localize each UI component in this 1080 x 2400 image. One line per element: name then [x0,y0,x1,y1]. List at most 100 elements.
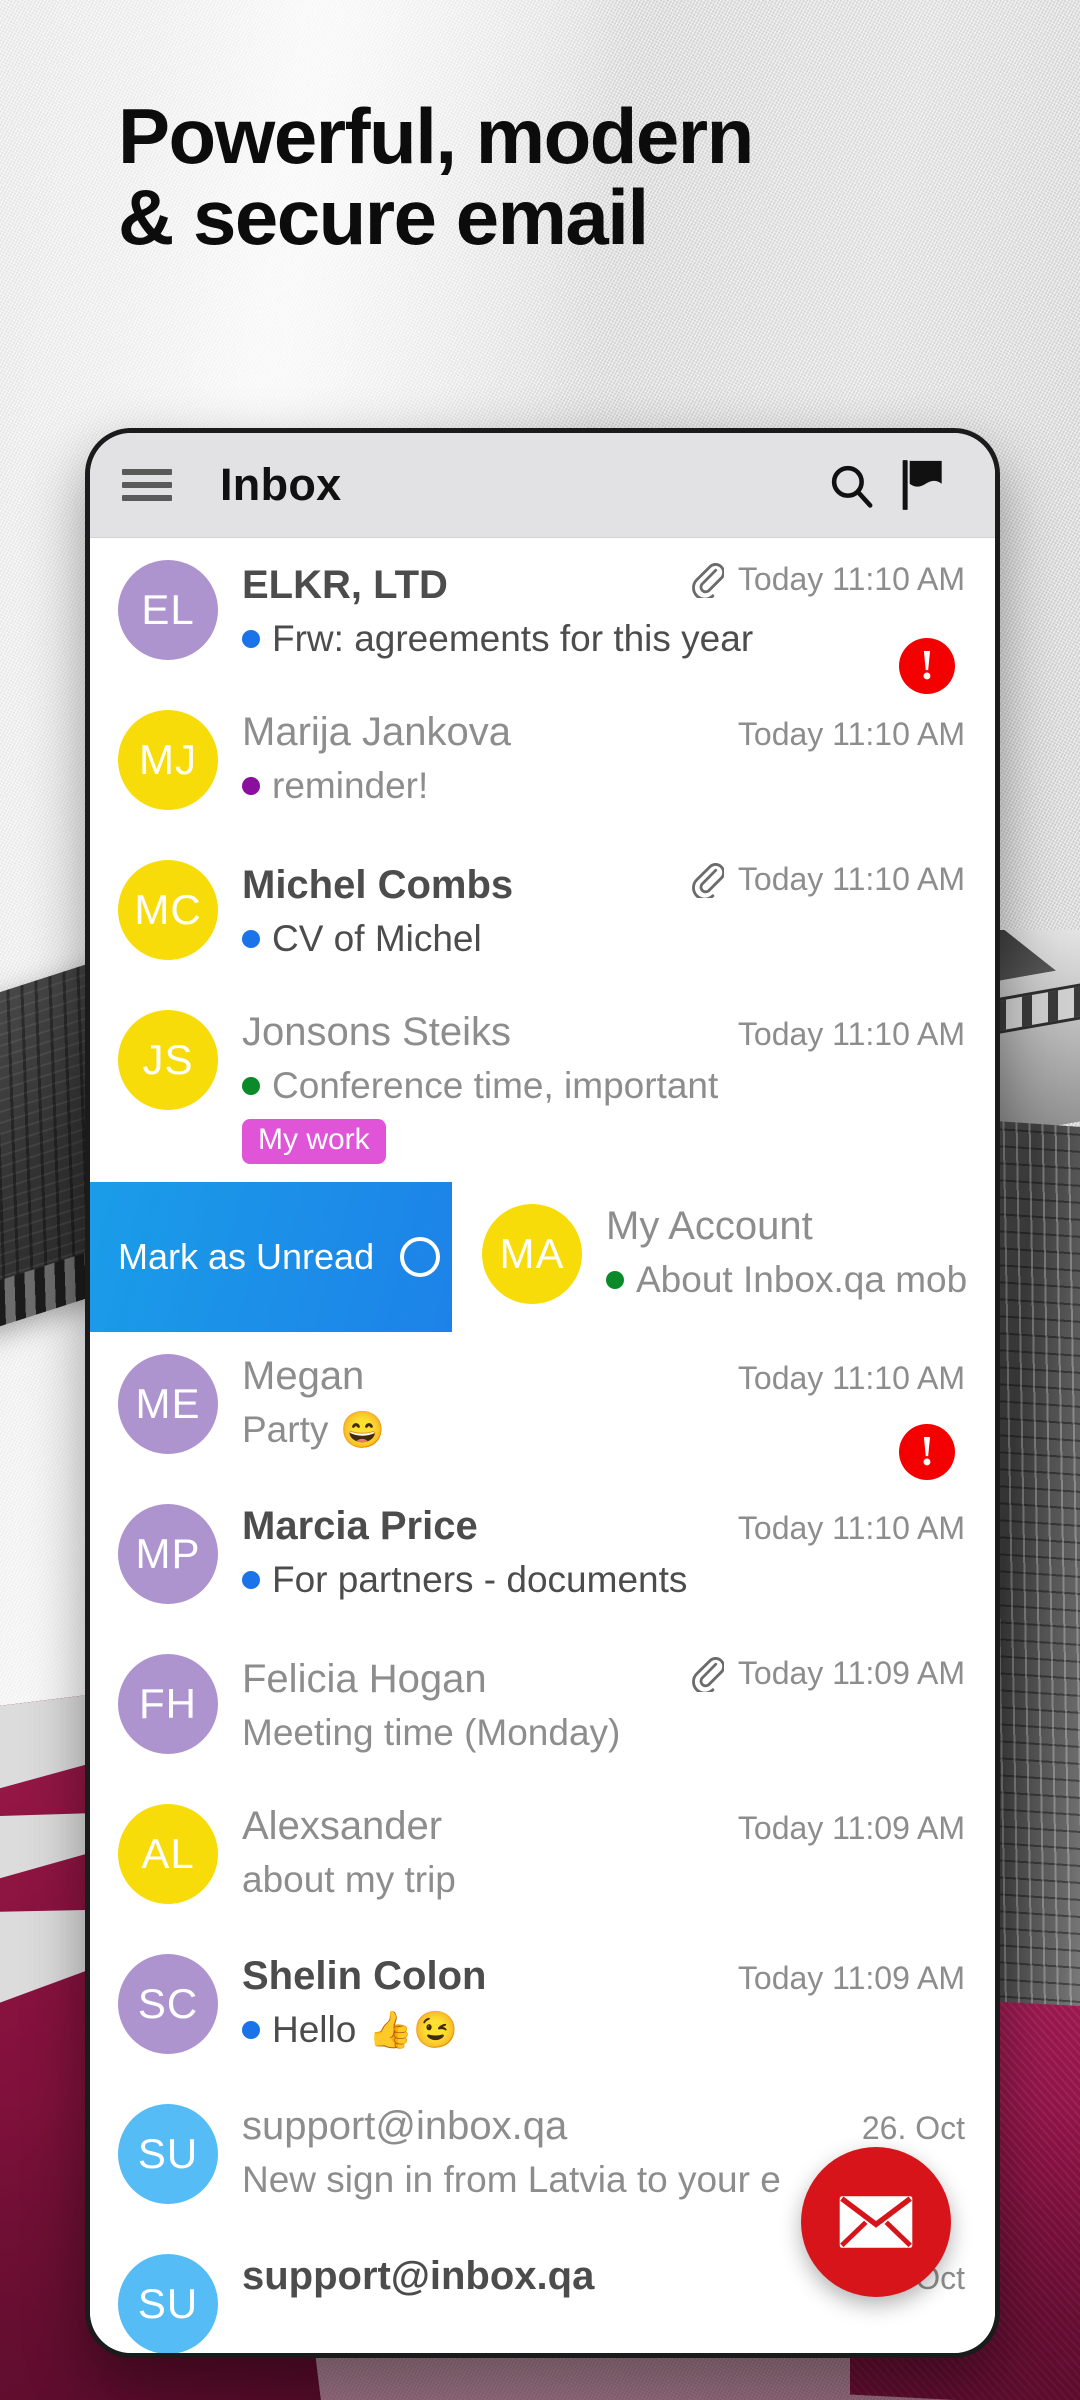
avatar: SC [118,1954,218,2054]
mail-row-bottom: Frw: agreements for this year [242,618,965,660]
sender-name: Michel Combs [242,863,514,907]
sender-name: Marija Jankova [242,710,512,754]
timestamp: 26. Oct [861,2110,965,2146]
subject-line: New sign in from Latvia to your e [242,2159,781,2200]
unread-dot [242,1077,260,1095]
sender-name: My Account [606,1204,813,1248]
app-bar: Inbox [90,433,995,538]
mark-as-unread-label: Mark as Unread [118,1236,375,1277]
mail-row[interactable]: FH Felicia Hogan Today 11:09 AM Meeting … [90,1632,995,1782]
mail-row-top: Marcia Price Today 11:10 AM [242,1504,965,1549]
mail-row-bottom: Party 😄 [242,1409,965,1451]
mail-row-bottom: reminder! [242,765,965,807]
avatar: MA [482,1204,582,1304]
avatar: JS [118,1010,218,1110]
mail-row-bottom: For partners - documents [242,1559,965,1601]
mail-row-body: Marcia Price Today 11:10 AM For partners… [242,1500,965,1601]
mail-list[interactable]: EL ELKR, LTD Today 11:10 AM Frw: agreeme… [90,538,995,2353]
sender-name: Marcia Price [242,1504,478,1548]
headline-line-1: Powerful, modern [118,92,754,180]
priority-badge: ! [899,638,955,694]
mail-row-swiped[interactable]: Mark as Unread MA My Account About Inbox… [90,1182,995,1332]
timestamp: Today 11:09 AM [737,1654,965,1691]
avatar: SU [118,2254,218,2353]
mail-row-bottom: About Inbox.qa mob [606,1259,968,1301]
label-tag[interactable]: My work [242,1119,386,1164]
mail-row-body: My Account About Inbox.qa mob [606,1200,968,1301]
mail-row-top: Jonsons Steiks Today 11:10 AM [242,1010,965,1055]
attachment-icon [691,1657,724,1692]
attachment-icon [691,863,724,898]
mail-row-top: ELKR, LTD Today 11:10 AM [242,560,965,608]
promo-headline: Powerful, modern & secure email [118,95,998,262]
mail-row-body: Felicia Hogan Today 11:09 AM Meeting tim… [242,1650,965,1754]
mail-row-meta: Today 11:10 AM [678,860,965,898]
subject-line: Hello [272,2009,357,2050]
avatar: MJ [118,710,218,810]
headline-line-2: & secure email [118,173,649,262]
mail-row-meta: Today 11:10 AM [726,1016,965,1053]
promo-screenshot: Powerful, modern & secure email Inbox EL… [0,0,1080,2400]
mail-row-bottom: Meeting time (Monday) [242,1712,965,1754]
circle-outline-icon [400,1237,441,1277]
avatar: MP [118,1504,218,1604]
mail-row[interactable]: MP Marcia Price Today 11:10 AM For partn… [90,1482,995,1632]
mail-row-meta: Today 11:09 AM [726,1810,965,1847]
mail-row-meta: Today 11:10 AM [726,1510,965,1547]
timestamp: Today 11:09 AM [737,1960,965,1996]
mail-row[interactable]: EL ELKR, LTD Today 11:10 AM Frw: agreeme… [90,538,995,694]
mail-row-top: Marija Jankova Today 11:10 AM [242,710,965,755]
unread-dot [242,630,260,648]
mail-row[interactable]: AL Alexsander Today 11:09 AM about my tr… [90,1782,995,1932]
timestamp: Today 11:10 AM [737,860,965,897]
avatar: FH [118,1654,218,1754]
mail-row[interactable]: MC Michel Combs Today 11:10 AM CV of Mic… [90,838,995,988]
mail-row-top: My Account [606,1204,965,1249]
unread-dot [242,930,260,948]
subject-line: about my trip [242,1859,456,1900]
mark-as-unread-action[interactable]: Mark as Unread [90,1182,452,1332]
subject-line: Conference time, important [272,1065,719,1106]
mail-row-bottom: about my trip [242,1859,965,1901]
mail-row-top: Megan Today 11:10 AM [242,1354,965,1399]
subject-line: About Inbox.qa mob [636,1259,968,1300]
mail-row-top: Felicia Hogan Today 11:09 AM [242,1654,965,1702]
mail-row-bottom: CV of Michel [242,918,965,960]
mail-row-top: Michel Combs Today 11:10 AM [242,860,965,908]
mail-row[interactable]: JS Jonsons Steiks Today 11:10 AM Confere… [90,988,995,1182]
mail-row[interactable]: SC Shelin Colon Today 11:09 AM Hello 👍😉 [90,1932,995,2082]
page-title: Inbox [220,459,342,510]
mail-row-top: Alexsander Today 11:09 AM [242,1804,965,1849]
sender-name: Shelin Colon [242,1954,487,1998]
attachment-icon [691,563,724,598]
mail-row-body: Marija Jankova Today 11:10 AM reminder! [242,706,965,807]
timestamp: Today 11:09 AM [737,1810,965,1846]
search-icon[interactable] [815,460,887,510]
unread-dot [242,1571,260,1589]
flag-icon[interactable] [887,458,959,512]
hamburger-menu-icon[interactable] [120,465,174,505]
compose-button[interactable] [801,2147,951,2297]
mail-row-top: support@inbox.qa 26. Oct [242,2104,965,2149]
avatar: ME [118,1354,218,1454]
mail-row[interactable]: ME Megan Today 11:10 AM Party 😄 ! [90,1332,995,1482]
mail-row[interactable]: MJ Marija Jankova Today 11:10 AM reminde… [90,688,995,838]
mail-row-body: ELKR, LTD Today 11:10 AM Frw: agreements… [242,556,965,660]
mail-row-meta: Today 11:10 AM [678,560,965,598]
mail-row-meta: Today 11:10 AM [726,716,965,753]
subject-line: CV of Michel [272,918,482,959]
subject-line: Frw: agreements for this year [272,618,754,659]
subject-line: reminder! [272,765,429,806]
avatar: SU [118,2104,218,2204]
timestamp: Today 11:10 AM [737,716,965,752]
avatar: AL [118,1804,218,1904]
emoji: 😄 [340,1409,386,1450]
mail-row-meta: 26. Oct [850,2110,965,2147]
subject-line: Meeting time (Monday) [242,1712,621,1753]
sender-name: Alexsander [242,1804,443,1848]
avatar: EL [118,560,218,660]
mail-row-meta: Today 11:09 AM [726,1960,965,1997]
avatar: MC [118,860,218,960]
sender-name: Felicia Hogan [242,1657,487,1701]
envelope-icon [839,2196,913,2248]
